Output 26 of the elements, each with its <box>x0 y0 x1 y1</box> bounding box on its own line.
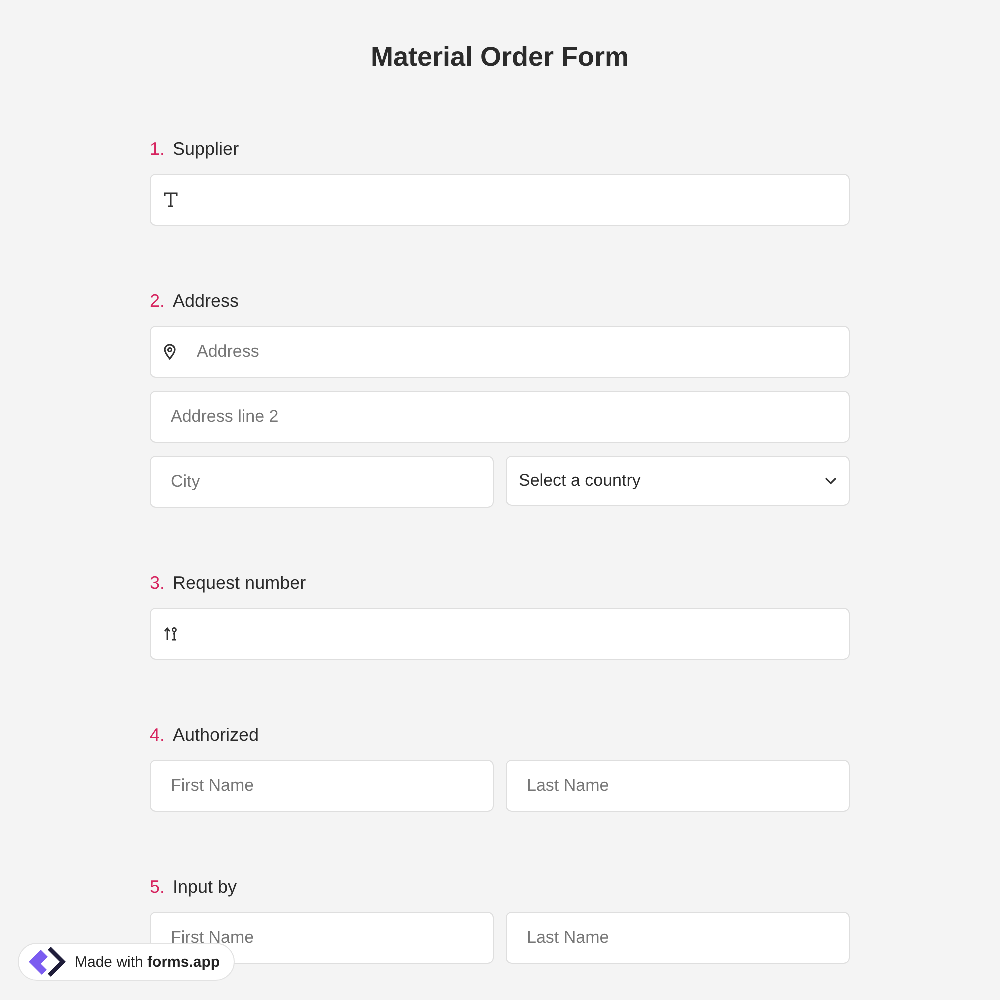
input-field[interactable]: Last Name <box>506 760 850 812</box>
input-field[interactable]: Last Name <box>506 912 850 964</box>
question-number: 1. <box>150 138 166 160</box>
question-label: Supplier <box>173 138 240 160</box>
number-icon <box>164 627 178 641</box>
input-field[interactable]: City <box>150 456 494 508</box>
question-number: 3. <box>150 572 166 594</box>
form-title: Material Order Form <box>370 41 630 74</box>
question-label: Address <box>173 290 240 312</box>
pin-icon <box>164 344 176 360</box>
input-field[interactable]: First Name <box>150 760 494 812</box>
input-field[interactable]: Address line 2 <box>150 391 850 443</box>
question-number: 4. <box>150 724 166 746</box>
country-dropdown[interactable]: Select a country <box>506 456 850 506</box>
logo-icon <box>27 946 67 978</box>
text-icon <box>164 192 178 208</box>
question-label: Request number <box>173 572 306 594</box>
input-field[interactable]: Address <box>150 326 850 378</box>
input-field[interactable] <box>150 608 850 660</box>
input-field[interactable] <box>150 174 850 226</box>
question-label: Input by <box>173 876 238 898</box>
chevron-down-icon <box>825 477 837 485</box>
question-number: 2. <box>150 290 166 312</box>
made-with-badge[interactable]: Made with forms.app <box>18 943 236 981</box>
question-label: Authorized <box>173 724 260 746</box>
question-number: 5. <box>150 876 166 898</box>
